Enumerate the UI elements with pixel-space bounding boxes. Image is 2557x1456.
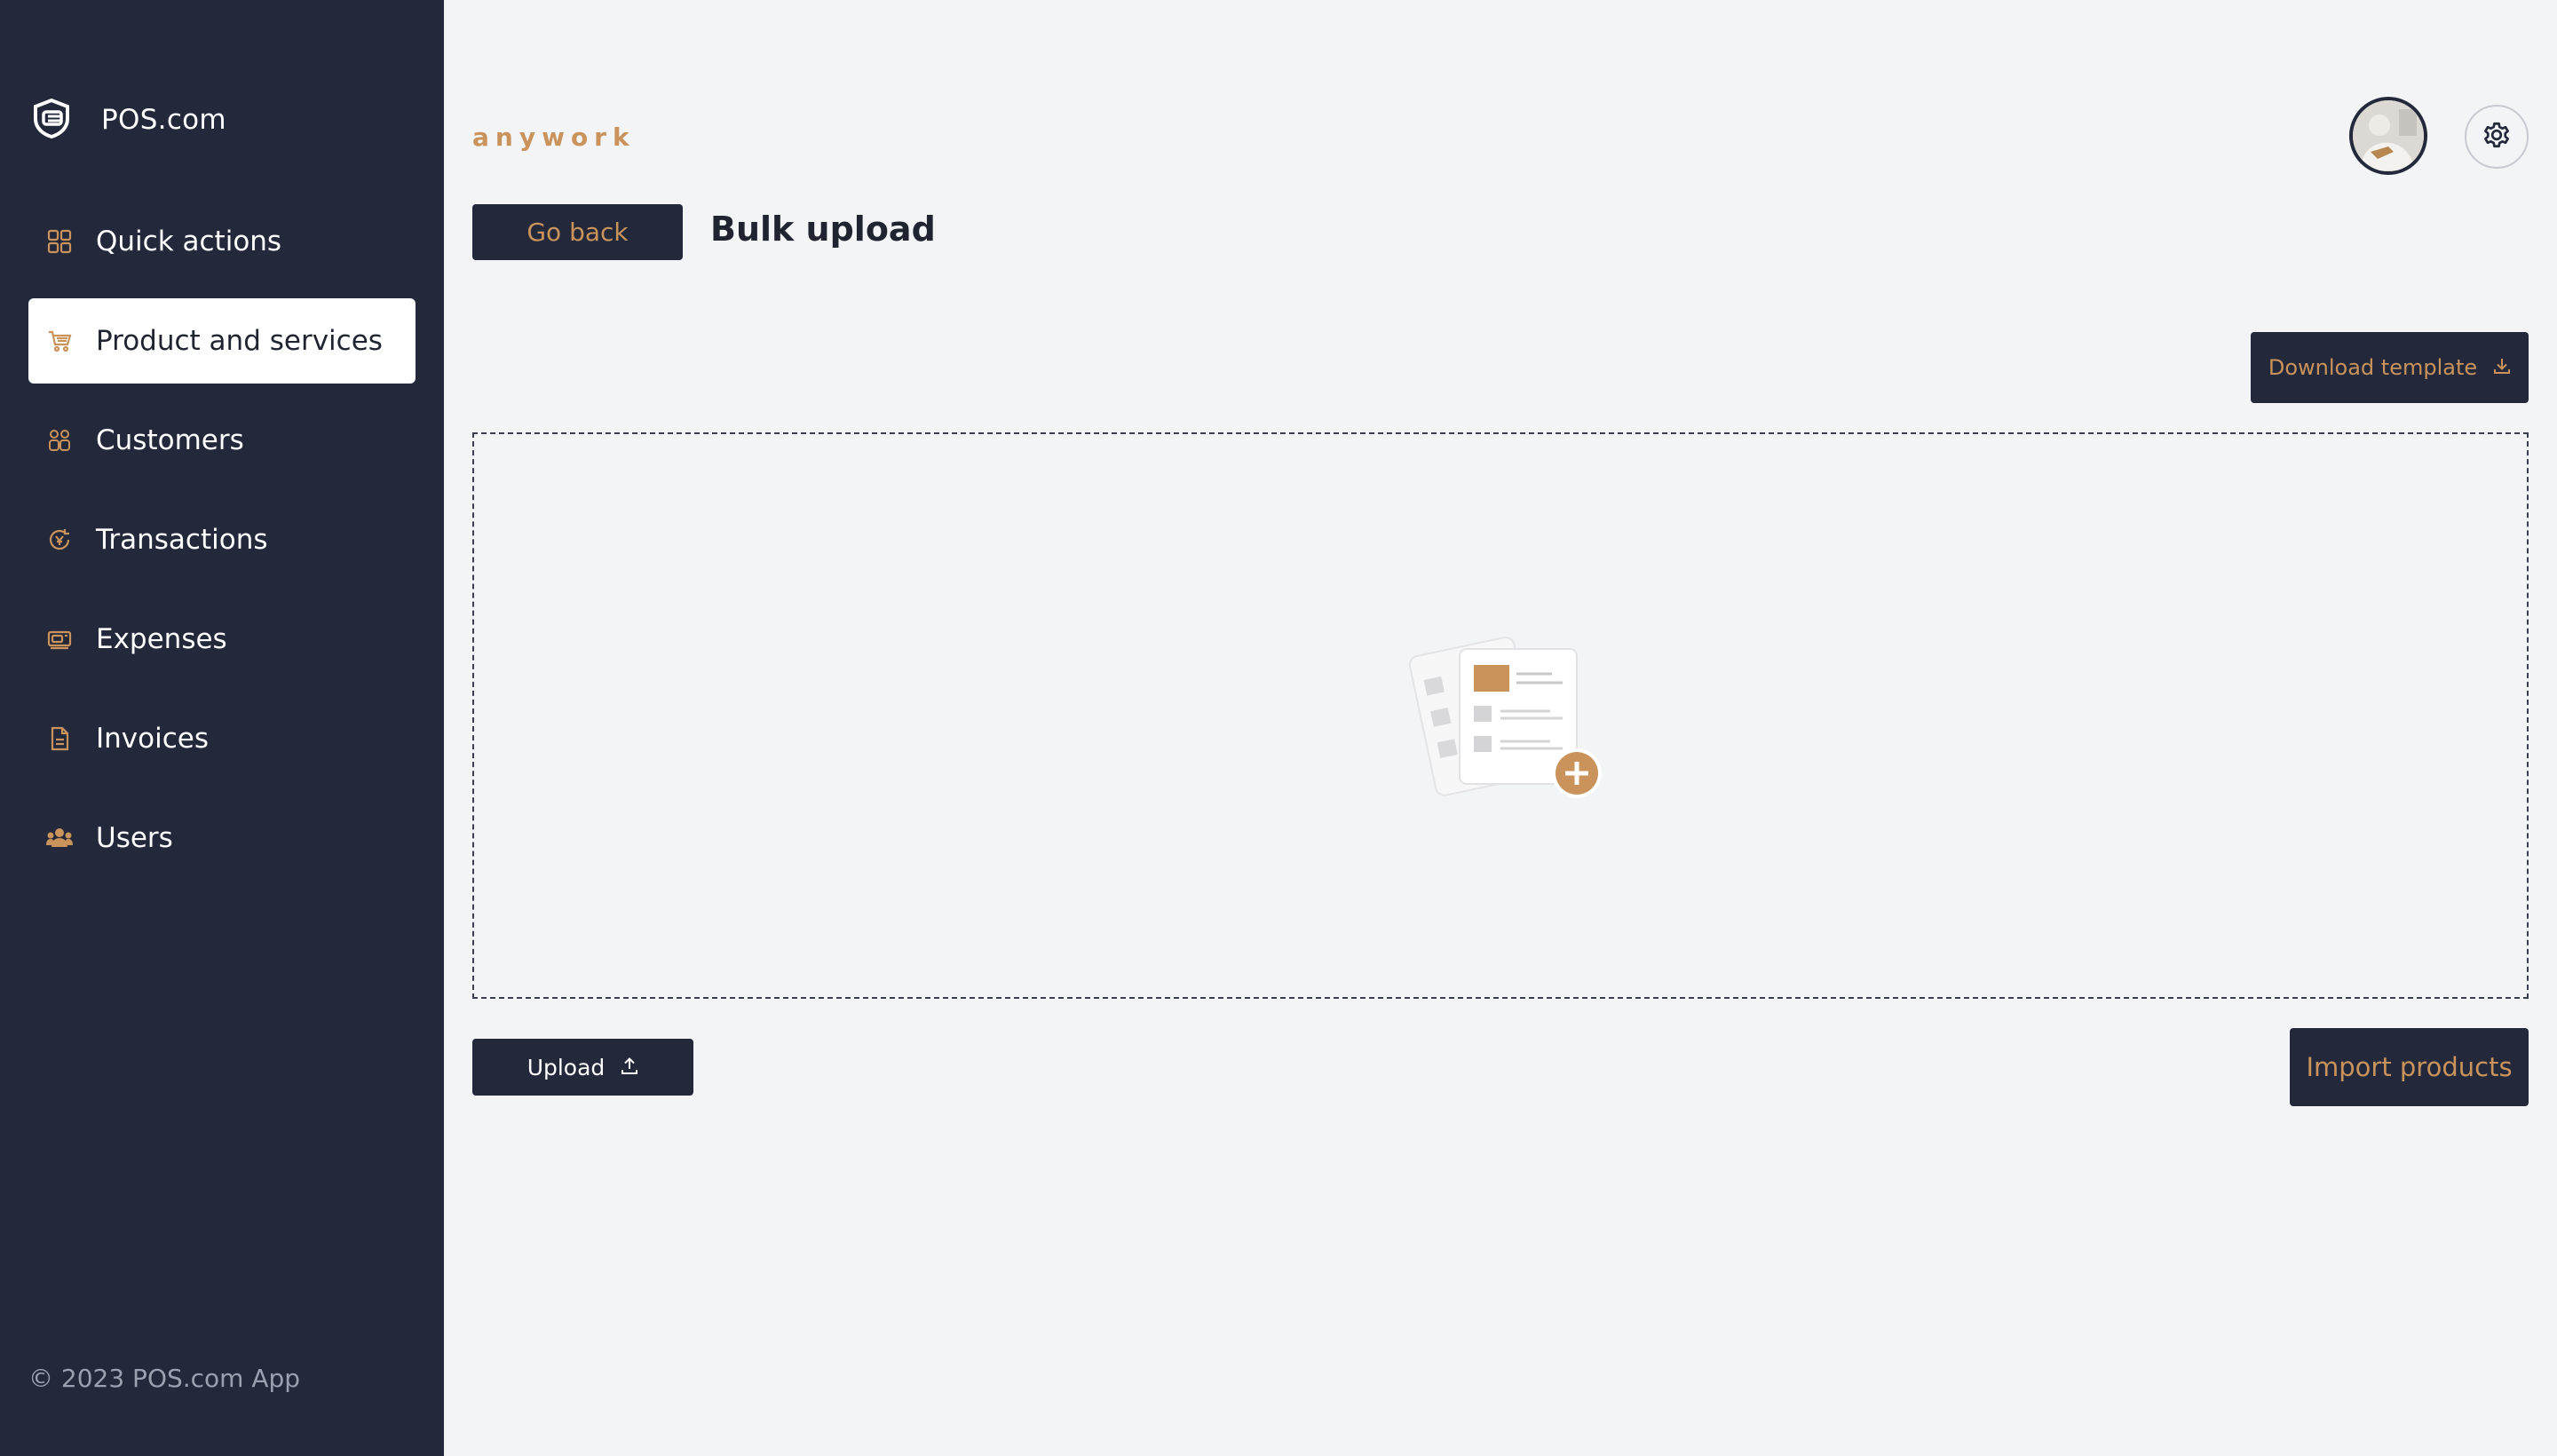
invoice-icon: [44, 724, 75, 754]
users-icon: [44, 823, 75, 853]
sidebar-item-expenses[interactable]: Expenses: [28, 597, 416, 682]
workspace-name: anywork: [472, 123, 636, 152]
gear-icon: [2481, 119, 2513, 154]
brand[interactable]: POS.com: [32, 98, 226, 142]
sidebar-item-label: Expenses: [96, 623, 227, 655]
cart-icon: [44, 326, 75, 356]
upload-button[interactable]: Upload: [472, 1039, 693, 1096]
sidebar-item-label: Product and services: [96, 325, 383, 357]
sidebar-item-users[interactable]: Users: [28, 795, 416, 881]
sidebar-item-invoices[interactable]: Invoices: [28, 696, 416, 781]
customers-icon: [44, 425, 75, 455]
file-upload-illustration-icon: [1403, 624, 1607, 814]
upload-dropzone[interactable]: [472, 432, 2529, 999]
brand-name: POS.com: [101, 104, 226, 136]
sidebar-item-label: Quick actions: [96, 226, 282, 257]
download-template-label: Download template: [2268, 355, 2478, 380]
page-title: Bulk upload: [710, 210, 936, 249]
sidebar-item-label: Customers: [96, 424, 244, 456]
sidebar-nav: Quick actions Product and services Custo…: [28, 199, 416, 895]
expenses-icon: [44, 624, 75, 654]
sidebar-item-product-and-services[interactable]: Product and services: [28, 298, 416, 384]
avatar[interactable]: [2349, 97, 2427, 175]
settings-button[interactable]: [2465, 105, 2529, 169]
sidebar-item-label: Invoices: [96, 723, 209, 755]
pos-logo-icon: [32, 98, 71, 142]
sidebar-item-label: Transactions: [96, 524, 268, 556]
upload-icon: [621, 1055, 638, 1080]
copyright-text: © 2023 POS.com App: [28, 1364, 301, 1393]
grid-icon: [44, 226, 75, 257]
import-products-button[interactable]: Import products: [2290, 1028, 2529, 1106]
upload-label: Upload: [526, 1054, 606, 1080]
sidebar-item-customers[interactable]: Customers: [28, 398, 416, 483]
sidebar-item-transactions[interactable]: Transactions: [28, 497, 416, 582]
transactions-icon: [44, 525, 75, 555]
sidebar-item-quick-actions[interactable]: Quick actions: [28, 199, 416, 284]
go-back-button[interactable]: Go back: [472, 204, 683, 260]
sidebar-item-label: Users: [96, 822, 173, 854]
download-icon: [2493, 355, 2511, 380]
download-template-button[interactable]: Download template: [2251, 332, 2529, 403]
sidebar: POS.com Quick actions Product and servic…: [0, 0, 444, 1456]
